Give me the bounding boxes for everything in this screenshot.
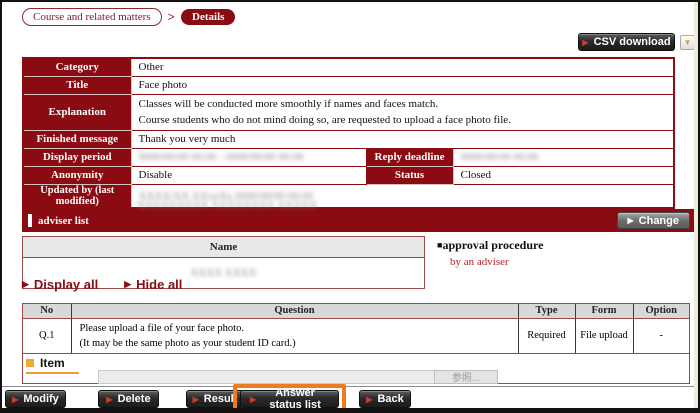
- reply-deadline-label: Reply deadline: [366, 148, 453, 166]
- table-row: Title Face photo: [23, 76, 674, 94]
- page-root: Course and related matters > Details ▶ C…: [0, 0, 700, 413]
- back-label: Back: [377, 393, 403, 405]
- orange-square-icon: [26, 359, 34, 367]
- details-table: Category Other Title Face photo Explanat…: [22, 57, 675, 209]
- display-period-label: Display period: [23, 148, 131, 166]
- modify-label: Modify: [23, 393, 58, 405]
- frame-border: [0, 0, 2, 413]
- table-row: Anonymity Disable Status Closed: [23, 166, 674, 184]
- question-type: Required: [518, 318, 575, 353]
- anonymity-label: Anonymity: [23, 166, 131, 184]
- table-header-row: Name: [23, 237, 425, 258]
- breadcrumb-current: Details: [181, 9, 235, 25]
- frame-border: [0, 408, 700, 413]
- frame-border: [0, 0, 700, 2]
- table-row: Q.1 Please upload a file of your face ph…: [23, 318, 689, 353]
- play-arrow-icon: ▶: [124, 279, 131, 290]
- category-value: Other: [131, 58, 674, 76]
- approval-procedure-value: by an adviser: [450, 256, 543, 268]
- finished-message-label: Finished message: [23, 130, 131, 148]
- change-button-label: Change: [639, 215, 679, 227]
- title-label: Title: [23, 76, 131, 94]
- hide-all-link[interactable]: ▶ Hide all: [124, 277, 182, 292]
- hide-all-label: Hide all: [136, 277, 182, 292]
- csv-download-label: CSV download: [594, 36, 671, 48]
- display-all-label: Display all: [34, 277, 98, 292]
- table-row: Finished message Thank you very much: [23, 130, 674, 148]
- section-tick-icon: [28, 214, 32, 227]
- question-option: -: [633, 318, 689, 353]
- table-row: Category Other: [23, 58, 674, 76]
- csv-options-button[interactable]: ▼: [680, 35, 695, 50]
- col-header-option: Option: [633, 304, 689, 318]
- approval-procedure: ■approval procedure by an adviser: [437, 238, 543, 268]
- result-label: Result: [204, 393, 238, 405]
- question-table: No Question Type Form Option Q.1 Please …: [23, 304, 689, 354]
- table-row: Explanation Classes will be conducted mo…: [23, 94, 674, 130]
- updated-by-label: Updated by (last modified): [23, 184, 131, 208]
- question-text-line1: Please upload a file of your face photo.: [80, 321, 510, 336]
- item-label: Item: [26, 356, 79, 374]
- adviser-list-bar: adviser list ▶ Change: [22, 209, 694, 232]
- breadcrumb-parent-link[interactable]: Course and related matters: [22, 8, 162, 26]
- explanation-label: Explanation: [23, 94, 131, 130]
- title-value: Face photo: [131, 76, 674, 94]
- reply-deadline-value-redacted: 0000/00/00 00:00: [461, 151, 539, 163]
- play-arrow-icon: ▶: [12, 395, 18, 404]
- browse-button[interactable]: 参照...: [434, 370, 498, 384]
- question-no: Q.1: [23, 318, 71, 353]
- explanation-line1: Classes will be conducted more smoothly …: [139, 96, 667, 113]
- modify-button[interactable]: ▶ Modify: [5, 390, 66, 408]
- question-text-line2: (It may be the same photo as your studen…: [80, 336, 510, 351]
- status-label: Status: [366, 166, 453, 184]
- col-header-question: Question: [71, 304, 518, 318]
- item-label-text: Item: [40, 356, 65, 370]
- change-button[interactable]: ▶ Change: [617, 212, 691, 229]
- explanation-value: Classes will be conducted more smoothly …: [131, 94, 674, 130]
- csv-download-button[interactable]: ▶ CSV download: [578, 33, 675, 51]
- name-column-header: Name: [23, 237, 425, 258]
- chevron-down-icon: ▼: [684, 38, 692, 47]
- col-header-type: Type: [518, 304, 575, 318]
- play-arrow-icon: ▶: [582, 38, 588, 47]
- play-arrow-icon: ▶: [22, 279, 29, 290]
- play-arrow-icon: ▶: [106, 395, 112, 404]
- status-value: Closed: [453, 166, 674, 184]
- play-arrow-icon: ▶: [250, 395, 256, 404]
- question-block: No Question Type Form Option Q.1 Please …: [22, 303, 690, 384]
- table-header-row: No Question Type Form Option: [23, 304, 689, 318]
- approval-procedure-title: approval procedure: [442, 238, 543, 252]
- display-period-value-redacted: 0000/00/00 00:00 - 0000/00/00 00:00: [139, 151, 304, 163]
- anonymity-value: Disable: [131, 166, 366, 184]
- table-row: Display period 0000/00/00 00:00 - 0000/0…: [23, 148, 674, 166]
- play-arrow-icon: ▶: [628, 216, 634, 225]
- explanation-line2: Course students who do not mind doing so…: [139, 112, 667, 129]
- delete-label: Delete: [118, 393, 151, 405]
- updated-by-value-redacted-line2: XXXXXXXXX XXXXXXXX XXXXX: [137, 199, 317, 211]
- category-label: Category: [23, 58, 131, 76]
- breadcrumb-separator-icon: >: [168, 9, 175, 25]
- play-arrow-icon: ▶: [193, 395, 199, 404]
- display-all-link[interactable]: ▶ Display all: [22, 277, 98, 292]
- finished-message-value: Thank you very much: [131, 130, 674, 148]
- col-header-no: No: [23, 304, 71, 318]
- answer-status-list-button[interactable]: ▶ Answer status list: [240, 390, 339, 408]
- breadcrumb: Course and related matters > Details: [22, 8, 235, 26]
- adviser-list-title: adviser list: [38, 215, 617, 227]
- col-header-form: Form: [575, 304, 633, 318]
- play-arrow-icon: ▶: [366, 395, 372, 404]
- delete-button[interactable]: ▶ Delete: [98, 390, 159, 408]
- toggle-links: ▶ Display all ▶ Hide all: [22, 277, 182, 292]
- question-form: File upload: [575, 318, 633, 353]
- file-upload-field[interactable]: [98, 370, 434, 384]
- back-button[interactable]: ▶ Back: [359, 390, 411, 408]
- result-button[interactable]: ▶ Result: [186, 390, 244, 408]
- footer-divider: [0, 386, 700, 387]
- adviser-name-redacted: XXXX XXXX: [190, 267, 256, 279]
- item-area: Item 参照...: [23, 354, 689, 386]
- table-row: Updated by (last modified) XXXX/XX XXxxX…: [23, 184, 674, 208]
